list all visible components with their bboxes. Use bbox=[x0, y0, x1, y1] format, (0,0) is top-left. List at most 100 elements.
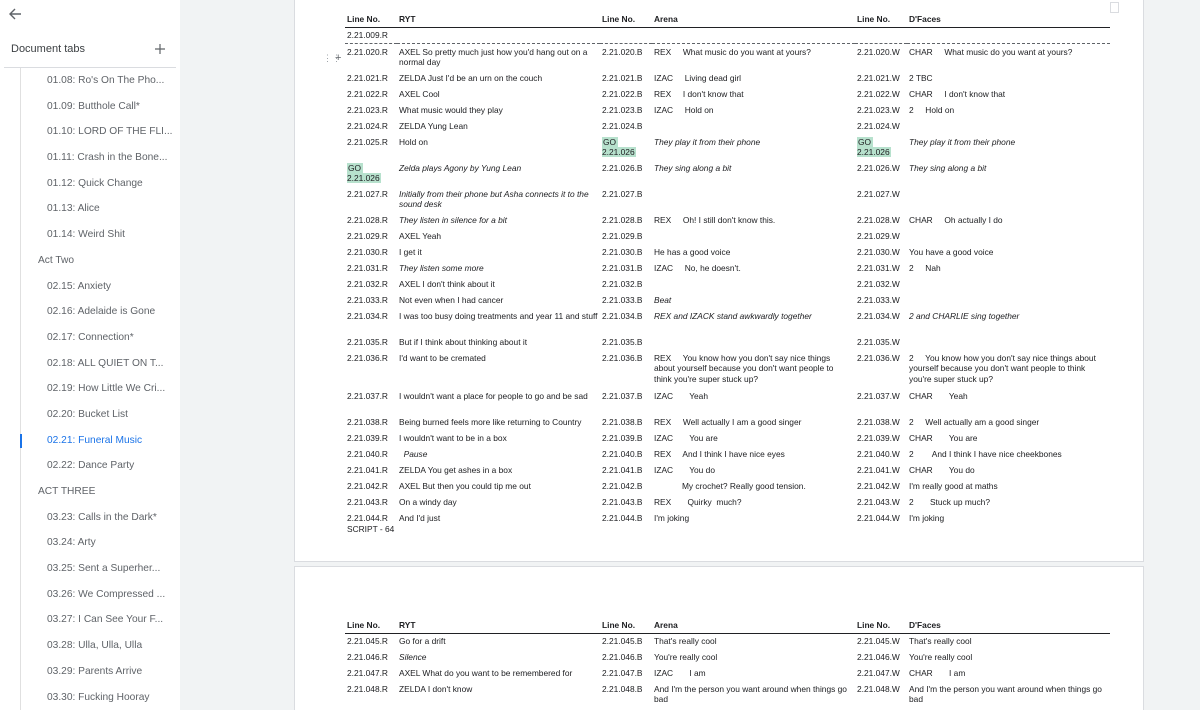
document-tab[interactable]: 02.20: Bucket List bbox=[0, 402, 180, 428]
line-no-cell[interactable]: 2.21.048.B bbox=[600, 681, 652, 707]
line-no-cell[interactable]: 2.21.037.R bbox=[345, 388, 397, 414]
ryt-cell[interactable]: And I'd just bbox=[397, 510, 600, 526]
document-tab[interactable]: 01.11: Crash in the Bone... bbox=[0, 145, 180, 171]
ryt-cell[interactable]: Initially from their phone but Asha conn… bbox=[397, 186, 600, 212]
dfaces-cell[interactable]: And I'm the person you want around when … bbox=[907, 681, 1110, 707]
line-no-cell[interactable]: 2.21.029.R bbox=[345, 228, 397, 244]
dfaces-cell[interactable]: CHAR You do bbox=[907, 462, 1110, 478]
ryt-cell[interactable]: I'd want to be cremated bbox=[397, 350, 600, 388]
arena-cell[interactable]: They play it from their phone bbox=[652, 134, 855, 160]
line-no-cell[interactable]: 2.21.048.W bbox=[855, 681, 907, 707]
arena-cell[interactable]: REX Quirky much? bbox=[652, 494, 855, 510]
document-tab[interactable]: 01.13: Alice bbox=[0, 196, 180, 222]
dfaces-cell[interactable]: 2 Nah bbox=[907, 260, 1110, 276]
line-no-cell[interactable]: 2.21.020.R bbox=[345, 44, 397, 71]
line-no-cell[interactable]: 2.21.047.W bbox=[855, 665, 907, 681]
line-no-cell[interactable]: 2.21.027.R bbox=[345, 186, 397, 212]
line-no-cell[interactable]: 2.21.040.R bbox=[345, 446, 397, 462]
arena-cell[interactable] bbox=[652, 118, 855, 134]
line-no-cell[interactable]: 2.21.032.B bbox=[600, 276, 652, 292]
line-no-cell[interactable]: 2.21.030.B bbox=[600, 244, 652, 260]
dfaces-cell[interactable]: You're really cool bbox=[907, 649, 1110, 665]
document-tab[interactable]: 02.18: ALL QUIET ON T... bbox=[0, 351, 180, 377]
arena-cell[interactable]: IZAC Living dead girl bbox=[652, 70, 855, 86]
arena-cell[interactable]: REX I don't know that bbox=[652, 86, 855, 102]
dfaces-cell[interactable] bbox=[907, 27, 1110, 44]
tab-section-heading[interactable]: ACT THREE bbox=[0, 479, 180, 505]
ryt-cell[interactable]: AXEL I don't think about it bbox=[397, 276, 600, 292]
line-no-cell[interactable]: 2.21.036.B bbox=[600, 350, 652, 388]
ryt-cell[interactable]: Silence bbox=[397, 649, 600, 665]
arena-cell[interactable] bbox=[652, 334, 855, 350]
line-no-cell[interactable]: 2.21.021.W bbox=[855, 70, 907, 86]
document-tab[interactable]: 01.14: Weird Shit bbox=[0, 222, 180, 248]
ryt-cell[interactable]: I get it bbox=[397, 244, 600, 260]
dfaces-cell[interactable]: CHAR You are bbox=[907, 430, 1110, 446]
line-no-cell[interactable]: 2.21.046.W bbox=[855, 649, 907, 665]
line-no-cell[interactable]: 2.21.028.B bbox=[600, 212, 652, 228]
line-no-cell[interactable]: 2.21.033.R bbox=[345, 292, 397, 308]
line-no-cell[interactable]: 2.21.046.B bbox=[600, 649, 652, 665]
ryt-cell[interactable]: AXEL Cool bbox=[397, 86, 600, 102]
line-no-cell[interactable]: 2.21.042.B bbox=[600, 478, 652, 494]
line-no-cell[interactable]: 2.21.027.B bbox=[600, 186, 652, 212]
line-no-cell[interactable]: 2.21.022.R bbox=[345, 86, 397, 102]
dfaces-cell[interactable]: You have a good voice bbox=[907, 244, 1110, 260]
line-no-cell[interactable]: 2.21.021.R bbox=[345, 70, 397, 86]
line-no-cell[interactable]: 2.21.041.R bbox=[345, 462, 397, 478]
line-no-cell[interactable]: 2.21.020.B bbox=[600, 44, 652, 71]
arena-cell[interactable]: Beat bbox=[652, 292, 855, 308]
document-tab[interactable]: 03.24: Arty bbox=[0, 530, 180, 556]
ryt-cell[interactable]: They listen in silence for a bit bbox=[397, 212, 600, 228]
line-no-cell[interactable]: 2.21.029.B bbox=[600, 228, 652, 244]
ryt-cell[interactable]: What music would they play bbox=[397, 102, 600, 118]
dfaces-cell[interactable]: CHAR Oh actually I do bbox=[907, 212, 1110, 228]
arena-cell[interactable]: They sing along a bit bbox=[652, 160, 855, 186]
line-no-cell[interactable]: 2.21.043.W bbox=[855, 494, 907, 510]
dfaces-cell[interactable] bbox=[907, 228, 1110, 244]
arena-cell[interactable]: My crochet? Really good tension. bbox=[652, 478, 855, 494]
arena-cell[interactable]: And I'm the person you want around when … bbox=[652, 681, 855, 707]
ryt-cell[interactable]: But if I think about thinking about it bbox=[397, 334, 600, 350]
ryt-cell[interactable]: ZELDA Yung Lean bbox=[397, 118, 600, 134]
line-no-cell[interactable]: 2.21.031.R bbox=[345, 260, 397, 276]
tab-section-heading[interactable]: Act Two bbox=[0, 248, 180, 274]
ryt-cell[interactable]: I wouldn't want a place for people to go… bbox=[397, 388, 600, 414]
arena-cell[interactable]: IZAC I am bbox=[652, 665, 855, 681]
dfaces-cell[interactable]: 2 and CHARLIE sing together bbox=[907, 308, 1110, 334]
line-no-cell[interactable]: 2.21.046.R bbox=[345, 649, 397, 665]
line-no-cell[interactable]: 2.21.045.B bbox=[600, 633, 652, 649]
ryt-cell[interactable]: ZELDA I don't know bbox=[397, 681, 600, 707]
document-tab[interactable]: 03.23: Calls in the Dark* bbox=[0, 505, 180, 531]
dfaces-cell[interactable]: They sing along a bit bbox=[907, 160, 1110, 186]
ryt-cell[interactable]: Hold on bbox=[397, 134, 600, 160]
add-tab-icon[interactable] bbox=[150, 38, 170, 60]
document-tab[interactable]: 01.10: LORD OF THE FLI... bbox=[0, 119, 180, 145]
dfaces-cell[interactable]: CHAR Yeah bbox=[907, 388, 1110, 414]
arena-cell[interactable]: REX You know how you don't say nice thin… bbox=[652, 350, 855, 388]
ryt-cell[interactable]: On a windy day bbox=[397, 494, 600, 510]
line-no-cell[interactable]: 2.21.048.R bbox=[345, 681, 397, 707]
arena-cell[interactable]: REX and IZACK stand awkwardly together bbox=[652, 308, 855, 334]
ryt-cell[interactable]: Go for a drift bbox=[397, 633, 600, 649]
line-no-cell[interactable]: 2.21.039.B bbox=[600, 430, 652, 446]
arena-cell[interactable]: IZAC You are bbox=[652, 430, 855, 446]
line-no-cell[interactable]: 2.21.034.R bbox=[345, 308, 397, 334]
dfaces-cell[interactable]: CHAR I don't know that bbox=[907, 86, 1110, 102]
document-tab[interactable]: 02.21: Funeral Music bbox=[0, 428, 180, 454]
line-no-cell[interactable]: 2.21.026.W bbox=[855, 160, 907, 186]
dfaces-cell[interactable]: I'm joking bbox=[907, 510, 1110, 526]
arena-cell[interactable]: IZAC You do bbox=[652, 462, 855, 478]
line-no-cell[interactable]: 2.21.024.R bbox=[345, 118, 397, 134]
arena-cell[interactable]: IZAC No, he doesn't. bbox=[652, 260, 855, 276]
ryt-cell[interactable]: They listen some more bbox=[397, 260, 600, 276]
line-no-cell[interactable]: 2.21.043.B bbox=[600, 494, 652, 510]
line-no-cell[interactable]: 2.21.040.B bbox=[600, 446, 652, 462]
document-tab[interactable]: 03.28: Ulla, Ulla, Ulla bbox=[0, 633, 180, 659]
dfaces-cell[interactable] bbox=[907, 276, 1110, 292]
line-no-cell[interactable]: 2.21.042.R bbox=[345, 478, 397, 494]
document-tab[interactable]: 01.12: Quick Change bbox=[0, 171, 180, 197]
arena-cell[interactable]: REX Oh! I still don't know this. bbox=[652, 212, 855, 228]
ryt-cell[interactable]: Pause bbox=[397, 446, 600, 462]
line-no-cell[interactable]: 2.21.035.R bbox=[345, 334, 397, 350]
